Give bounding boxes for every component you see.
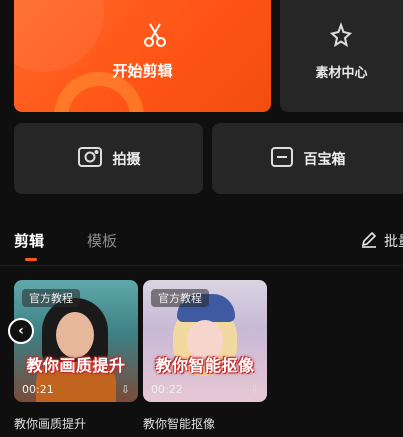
toolbox-button[interactable]: 百宝箱 (212, 123, 403, 194)
video-duration: 00:21 (22, 383, 54, 396)
tutorial-title: 教你画质提升 (14, 417, 87, 431)
toolbox-label: 百宝箱 (303, 151, 346, 168)
tutorial-card[interactable]: 官方教程 教你画质提升 00:21 ⇩ (14, 280, 138, 402)
batch-button[interactable]: 批量 (360, 230, 403, 252)
thumbnail-caption: 教你智能抠像 (155, 356, 255, 375)
download-icon[interactable]: ⇩ (250, 383, 259, 396)
box-icon (270, 146, 294, 172)
scissors-icon (142, 22, 168, 52)
scroll-left-arrow-icon[interactable]: ‹ (8, 318, 34, 344)
tutorial-card[interactable]: 官方教程 教你智能抠像 00:22 ⇩ (143, 280, 267, 402)
official-badge: 官方教程 (151, 289, 209, 307)
active-tab-indicator (25, 258, 37, 261)
section-divider (0, 265, 403, 266)
tab-bar: 剪辑 模板 批量 (14, 230, 403, 261)
tutorial-title: 教你智能抠像 (143, 417, 216, 431)
official-badge: 官方教程 (22, 289, 80, 307)
material-center-button[interactable]: 素材中心 (280, 0, 403, 112)
pencil-icon (360, 230, 378, 252)
start-edit-label: 开始剪辑 (112, 62, 173, 80)
material-center-label: 素材中心 (315, 66, 368, 81)
start-edit-button[interactable]: 开始剪辑 (14, 0, 271, 112)
shoot-label: 拍摄 (112, 151, 141, 168)
batch-label: 批量 (384, 234, 403, 250)
shoot-button[interactable]: 拍摄 (14, 123, 203, 194)
thumbnail-caption: 教你画质提升 (26, 356, 126, 375)
tab-template[interactable]: 模板 (87, 230, 117, 251)
download-icon[interactable]: ⇩ (121, 383, 130, 396)
video-duration: 00:22 (151, 383, 183, 396)
camera-icon (77, 145, 103, 173)
sparkle-icon (328, 22, 354, 52)
tab-edit[interactable]: 剪辑 (14, 230, 44, 251)
